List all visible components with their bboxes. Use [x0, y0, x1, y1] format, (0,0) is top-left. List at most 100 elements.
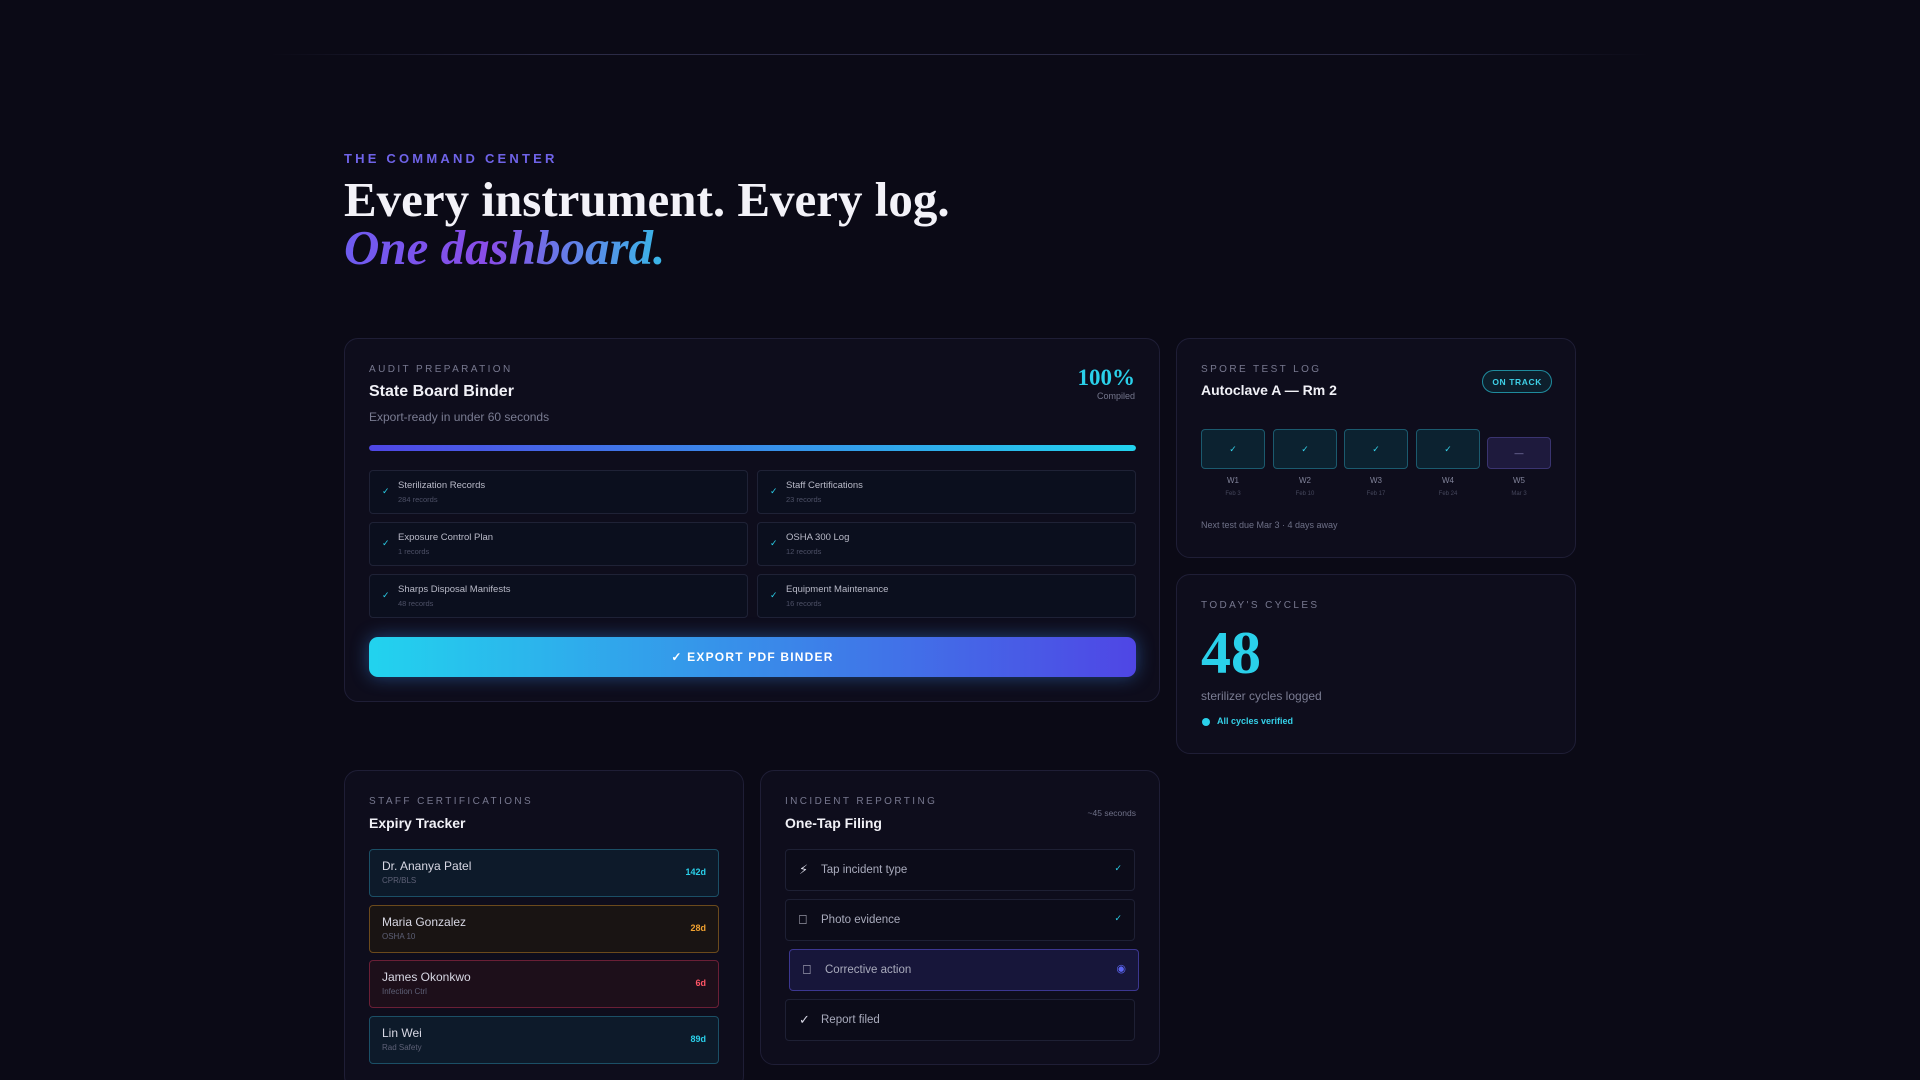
in-progress-icon: ◉	[1116, 963, 1126, 975]
audit-progress-fill	[369, 445, 1136, 451]
record-item[interactable]: ✓ Sterilization Records 284 records	[369, 470, 748, 514]
check-icon: ✓	[770, 538, 778, 548]
audit-progress-bar	[369, 445, 1136, 451]
audit-preparation-card: AUDIT PREPARATION State Board Binder Exp…	[344, 338, 1160, 702]
week-test-mark: ✓	[1344, 429, 1408, 469]
week-date: Feb 3	[1225, 491, 1241, 497]
next-test-due: Next test due Mar 3 · 4 days away	[1201, 520, 1338, 530]
week-test-item[interactable]: ✓ W3 Feb 17	[1344, 429, 1408, 497]
spore-title: Autoclave A — Rm 2	[1201, 382, 1337, 398]
record-count: 23 records	[786, 495, 822, 504]
clipboard-icon: ⎕	[803, 962, 811, 977]
incident-step-report-filed[interactable]: ✓ Report filed	[785, 999, 1135, 1041]
week-test-item[interactable]: — W5 Mar 3	[1487, 429, 1551, 497]
staff-name: Lin Wei	[382, 1026, 422, 1040]
staff-cert-row[interactable]: Lin Wei Rad Safety 89d	[369, 1016, 719, 1064]
staff-name: James Okonkwo	[382, 970, 471, 984]
step-label: Corrective action	[825, 964, 912, 976]
check-icon: ✓	[1114, 913, 1122, 923]
staff-label: STAFF CERTIFICATIONS	[369, 796, 534, 807]
days-remaining: 89d	[690, 1034, 706, 1044]
record-item[interactable]: ✓ Exposure Control Plan 1 records	[369, 522, 748, 566]
check-icon: ✓	[770, 590, 778, 600]
staff-cert-row[interactable]: James Okonkwo Infection Ctrl 6d	[369, 960, 719, 1008]
staff-cert-row[interactable]: Maria Gonzalez OSHA 10 28d	[369, 905, 719, 953]
week-date: Mar 3	[1511, 491, 1527, 497]
staff-title: Expiry Tracker	[369, 815, 466, 831]
days-remaining: 142d	[685, 867, 706, 877]
week-test-mark: ✓	[1273, 429, 1337, 469]
week-label: W5	[1513, 476, 1525, 485]
staff-cert-row[interactable]: Dr. Ananya Patel CPR/BLS 142d	[369, 849, 719, 897]
record-name: Exposure Control Plan	[398, 532, 494, 543]
incident-step-type[interactable]: ⚡ Tap incident type ✓	[785, 849, 1135, 891]
week-test-item[interactable]: ✓ W1 Feb 3	[1201, 429, 1265, 497]
cycles-label: TODAY'S CYCLES	[1201, 600, 1320, 611]
record-name: OSHA 300 Log	[786, 532, 850, 543]
lightning-icon: ⚡	[799, 862, 809, 877]
days-remaining: 28d	[690, 923, 706, 933]
step-label: Tap incident type	[821, 864, 908, 876]
staff-certifications-card: STAFF CERTIFICATIONS Expiry Tracker Dr. …	[344, 770, 744, 1080]
week-label: W3	[1370, 476, 1382, 485]
step-label: Photo evidence	[821, 914, 901, 926]
check-icon: ✓	[799, 1012, 810, 1027]
staff-cert-type: CPR/BLS	[382, 876, 417, 885]
check-icon: ✓	[770, 486, 778, 496]
audit-percent-sub: Compiled	[1096, 391, 1135, 401]
top-divider	[270, 54, 1650, 55]
cycles-subtitle: sterilizer cycles logged	[1201, 689, 1322, 703]
cycles-count: 48	[1201, 620, 1261, 686]
week-test-mark: —	[1487, 437, 1551, 469]
record-count: 284 records	[398, 495, 438, 504]
export-pdf-binder-button[interactable]: ✓ EXPORT PDF BINDER	[369, 637, 1136, 677]
days-remaining: 6d	[695, 978, 706, 988]
check-icon: ✓	[1114, 863, 1122, 873]
hero-eyebrow: THE COMMAND CENTER	[344, 151, 558, 166]
week-test-mark: ✓	[1201, 429, 1265, 469]
week-date: Feb 17	[1366, 491, 1386, 497]
incident-step-photo[interactable]: ⎕ Photo evidence ✓	[785, 899, 1135, 941]
check-icon: ✓	[382, 590, 390, 600]
filing-time-estimate: ~45 seconds	[1087, 808, 1136, 818]
status-badge: ON TRACK	[1482, 370, 1552, 393]
incident-step-corrective-action[interactable]: ⎕ Corrective action ◉	[789, 949, 1139, 991]
record-item[interactable]: ✓ Sharps Disposal Manifests 48 records	[369, 574, 748, 618]
record-name: Sterilization Records	[398, 480, 486, 491]
staff-name: Dr. Ananya Patel	[382, 859, 472, 873]
record-count: 48 records	[398, 599, 434, 608]
record-count: 12 records	[786, 547, 822, 556]
week-test-item[interactable]: ✓ W2 Feb 10	[1273, 429, 1337, 497]
staff-cert-type: OSHA 10	[382, 932, 416, 941]
record-item[interactable]: ✓ OSHA 300 Log 12 records	[757, 522, 1136, 566]
week-label: W1	[1227, 476, 1239, 485]
week-date: Feb 24	[1438, 491, 1458, 497]
spore-label: SPORE TEST LOG	[1201, 364, 1322, 375]
hero-headline: Every instrument. Every log. One dashboa…	[344, 172, 950, 275]
hero-line-2: One dashboard.	[344, 220, 666, 275]
staff-cert-type: Infection Ctrl	[382, 987, 427, 996]
audit-title: State Board Binder	[369, 383, 514, 400]
week-test-mark: ✓	[1416, 429, 1480, 469]
staff-cert-type: Rad Safety	[382, 1043, 422, 1052]
audit-percent: 100%	[1077, 365, 1136, 390]
record-item[interactable]: ✓ Staff Certifications 23 records	[757, 470, 1136, 514]
status-dot-icon	[1202, 718, 1210, 726]
check-icon: ✓	[382, 486, 390, 496]
week-label: W2	[1299, 476, 1311, 485]
check-icon: ✓	[382, 538, 390, 548]
week-date: Feb 10	[1295, 491, 1315, 497]
audit-percent-block: 100% Compiled	[1078, 365, 1136, 401]
record-count: 16 records	[786, 599, 822, 608]
cycles-status: All cycles verified	[1217, 716, 1294, 726]
photo-icon: ⎕	[799, 912, 807, 927]
record-name: Staff Certifications	[786, 480, 863, 491]
todays-cycles-card: TODAY'S CYCLES 48 sterilizer cycles logg…	[1176, 574, 1576, 754]
week-test-item[interactable]: ✓ W4 Feb 24	[1416, 429, 1480, 497]
audit-subtitle: Export-ready in under 60 seconds	[369, 410, 550, 424]
record-item[interactable]: ✓ Equipment Maintenance 16 records	[757, 574, 1136, 618]
incident-label: INCIDENT REPORTING	[785, 796, 938, 807]
week-label: W4	[1442, 476, 1454, 485]
hero-line-1: Every instrument. Every log.	[344, 172, 950, 227]
step-label: Report filed	[821, 1014, 880, 1026]
